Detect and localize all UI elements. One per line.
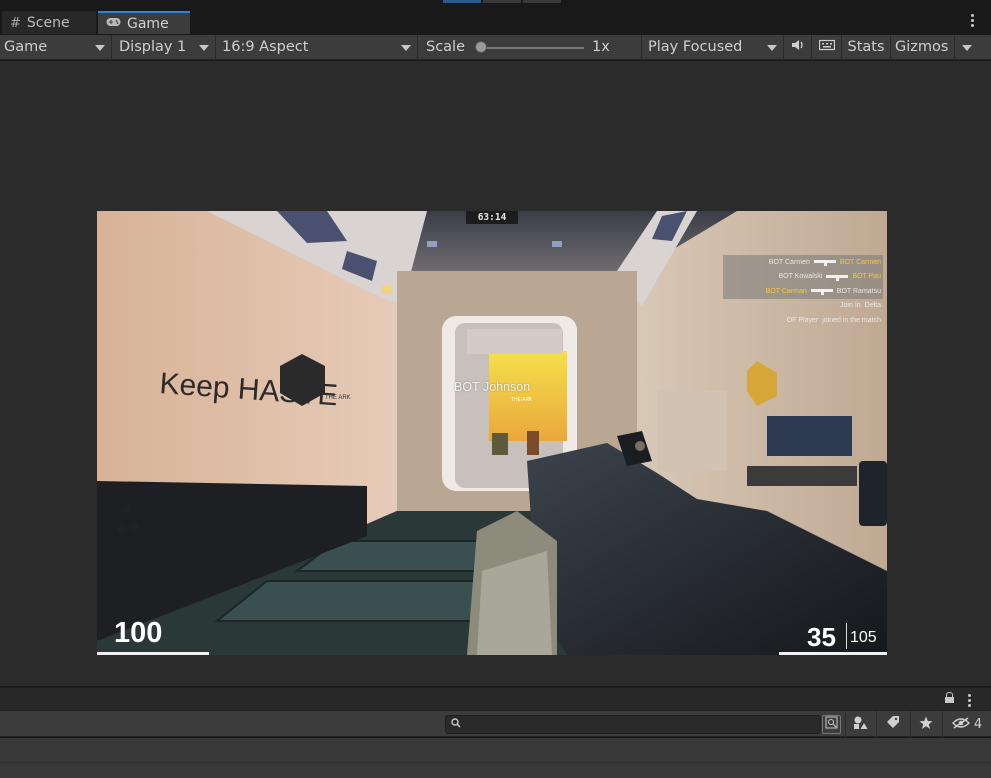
door-sign: THE ARK — [511, 397, 533, 403]
killfeed-row: BOT Kowalski BOT Pau — [723, 269, 883, 284]
more-options-icon[interactable] — [971, 14, 975, 27]
aspect-dropdown[interactable]: 16:9 Aspect — [216, 34, 418, 60]
game-view[interactable]: Keep HASTE THE ARK THE ARK 63:14 BOT Joh… — [0, 61, 991, 686]
chevron-down-icon — [199, 44, 209, 51]
filter-by-type-button[interactable] — [845, 711, 875, 738]
chevron-down-icon — [962, 44, 972, 51]
killfeed-attacker: BOT Carmen — [768, 258, 810, 266]
play-mode-dropdown[interactable]: Play Focused — [642, 34, 784, 60]
killfeed-victim: BOT Ramatsu — [836, 287, 881, 295]
tab-game-label: Game — [127, 15, 169, 32]
project-panel-header — [0, 688, 991, 710]
chevron-down-icon — [95, 44, 105, 51]
gizmos-label: Gizmos — [895, 39, 949, 55]
grid-icon: # — [10, 15, 21, 31]
scale-slider-track[interactable] — [484, 47, 584, 49]
shortcuts-toggle[interactable] — [812, 34, 842, 60]
ammo-clip-value: 35 — [807, 622, 836, 652]
scale-label: Scale — [426, 39, 466, 55]
mode-dropdown[interactable]: Game — [0, 34, 112, 60]
project-panel-toolbar: 4 — [0, 710, 991, 738]
pause-button-segment[interactable] — [483, 0, 521, 3]
gizmos-toggle[interactable]: Gizmos — [891, 34, 955, 60]
killfeed-victim: BOT Carmen — [839, 258, 881, 266]
killfeed-attacker: BOT Carman — [765, 287, 807, 295]
search-icon — [451, 718, 461, 731]
wall-brand: THE ARK — [325, 395, 351, 401]
rifle-icon — [826, 274, 849, 281]
game-frame[interactable]: Keep HASTE THE ARK THE ARK 63:14 BOT Joh… — [97, 211, 887, 655]
chat-message-user: OF Player — [786, 316, 819, 324]
killfeed-victim: BOT Pau — [852, 273, 881, 281]
top-strip — [0, 0, 991, 10]
tab-game[interactable]: Game — [98, 11, 190, 34]
star-icon — [919, 716, 933, 734]
killfeed-row: BOT Carman BOT Ramatsu — [723, 284, 883, 299]
tab-scene[interactable]: # Scene — [2, 11, 96, 34]
gamepad-icon — [106, 16, 121, 31]
killfeed-row: BOT Carmen BOT Carmen — [723, 255, 883, 270]
rifle-icon — [810, 288, 833, 296]
eye-hidden-icon — [951, 716, 970, 733]
tab-bar: # Scene Game — [0, 10, 991, 34]
keyboard-icon — [818, 39, 835, 55]
project-panel-body — [0, 738, 991, 778]
panel-row-divider — [0, 762, 991, 763]
ammo-reserve-value: 105 — [850, 629, 877, 646]
display-dropdown-label: Display 1 — [119, 39, 187, 55]
mute-audio-toggle[interactable] — [784, 34, 812, 60]
search-by-type-icon[interactable] — [822, 715, 841, 734]
chat-message-text: joined in the match — [822, 316, 881, 324]
display-dropdown[interactable]: Display 1 — [112, 34, 216, 60]
game-toolbar: Game Display 1 16:9 Aspect Scale 1x Play… — [0, 34, 991, 60]
step-button-segment[interactable] — [523, 0, 561, 3]
match-timer: 63:14 — [466, 211, 518, 224]
ammo-bar — [779, 652, 887, 655]
aspect-dropdown-label: 16:9 Aspect — [222, 39, 309, 55]
ammo-divider — [846, 623, 847, 649]
chevron-down-icon — [401, 44, 411, 51]
search-input[interactable] — [445, 715, 821, 734]
scale-slider-handle[interactable] — [475, 41, 487, 53]
stats-toggle[interactable]: Stats — [842, 34, 891, 60]
speaker-icon — [791, 39, 805, 55]
rifle-icon — [813, 259, 836, 267]
gizmos-dropdown[interactable] — [955, 35, 979, 60]
scale-value: 1x — [592, 39, 610, 55]
hidden-packages-toggle[interactable]: 4 — [942, 711, 991, 738]
target-nameplate: BOT Johnson — [454, 380, 531, 394]
tag-icon — [886, 715, 900, 734]
tab-scene-label: Scene — [26, 15, 70, 31]
mode-dropdown-label: Game — [4, 39, 48, 55]
play-mode-label: Play Focused — [648, 39, 743, 55]
more-options-icon[interactable] — [968, 694, 972, 707]
shapes-icon — [853, 716, 868, 734]
chat-message: Join In Delta — [723, 299, 883, 314]
chat-message-text: Delta — [864, 302, 881, 310]
filter-by-label-button[interactable] — [876, 711, 909, 738]
stats-label: Stats — [847, 39, 885, 55]
play-button-segment[interactable] — [443, 0, 481, 3]
health-bar — [97, 652, 209, 655]
killfeed-attacker: BOT Kowalski — [778, 273, 823, 281]
health-value: 100 — [114, 617, 163, 649]
chevron-down-icon — [767, 44, 777, 51]
chat-message-user: Join In — [840, 302, 861, 310]
chat-message: OF Player joined in the match — [723, 313, 883, 328]
favorites-button[interactable] — [910, 711, 941, 738]
killfeed: BOT Carmen BOT Carmen BOT Kowalski BOT P… — [723, 255, 883, 328]
hidden-count: 4 — [973, 717, 983, 732]
lock-icon[interactable] — [945, 692, 954, 703]
